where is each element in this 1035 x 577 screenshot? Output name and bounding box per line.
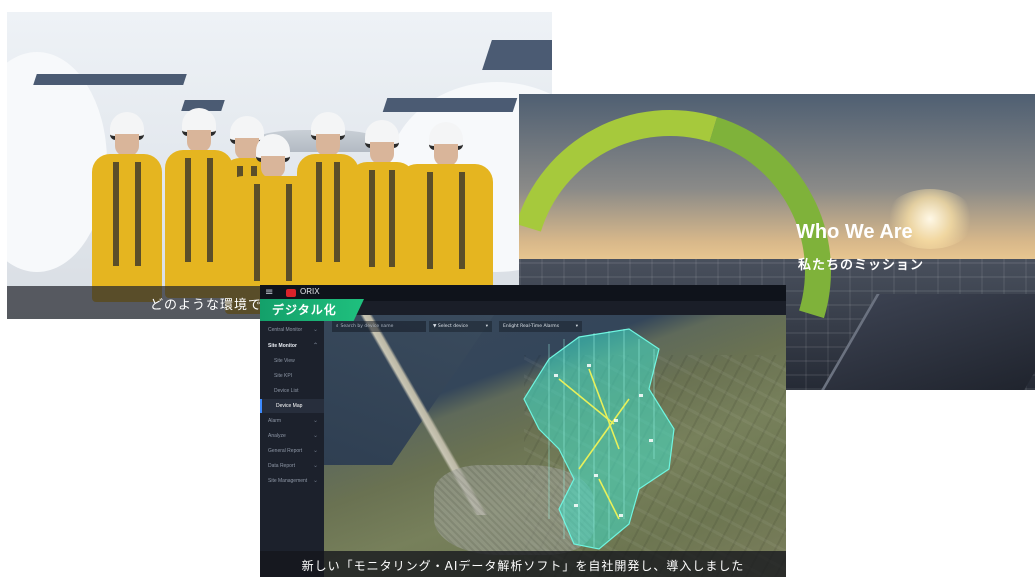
search-icon: ⌕ <box>336 324 339 329</box>
chevron-down-icon: ⌄ <box>312 433 318 439</box>
menu-icon[interactable]: ≡ <box>265 287 273 298</box>
alarm-select-label: Enlight Real-Time Alarms <box>503 324 560 329</box>
alarm-select[interactable]: Enlight Real-Time Alarms ▾ <box>499 321 582 332</box>
sidebar-item-site-view[interactable]: Site View <box>260 354 324 368</box>
solar-panel-row <box>482 40 552 70</box>
worker <box>399 122 493 302</box>
mission-title: Who We Are <box>796 221 913 243</box>
worker <box>92 112 162 302</box>
caption-bar: 新しい「モニタリング・AIデータ解析ソフト」を自社開発し、導入しました <box>260 551 786 577</box>
device-search-input[interactable]: ⌕ Search by device name <box>332 321 426 332</box>
sidebar-item-device-map[interactable]: Device Map <box>260 399 324 413</box>
sidebar-item-central-monitor[interactable]: Central Monitor ⌄ <box>260 323 324 337</box>
search-placeholder: Search by device name <box>340 324 394 329</box>
solar-site-overlay[interactable] <box>519 319 679 559</box>
device-select[interactable]: ▼ Select device ▾ <box>429 321 492 332</box>
chevron-down-icon: ▾ <box>485 324 488 329</box>
device-select-label: Select device <box>437 324 468 329</box>
sidebar-item-general-report[interactable]: General Report ⌄ <box>260 444 324 458</box>
video-caption: 新しい「モニタリング・AIデータ解析ソフト」を自社開発し、導入しました <box>301 559 745 573</box>
chevron-down-icon: ⌄ <box>312 478 318 484</box>
mission-subtitle: 私たちのミッション <box>798 258 925 273</box>
digitalization-badge: デジタル化 <box>260 299 364 321</box>
solar-panel-row <box>33 74 187 85</box>
solar-panel-row <box>382 98 518 112</box>
chevron-down-icon: ▾ <box>575 324 578 329</box>
monitoring-app-card: ≡ ORIX ⌕ Search by device name ▼ Select … <box>260 285 786 577</box>
sidebar-item-data-report[interactable]: Data Report ⌄ <box>260 459 324 473</box>
orix-logo-icon <box>286 289 296 297</box>
chevron-down-icon: ⌄ <box>312 418 318 424</box>
device-map[interactable]: ⌕ Search by device name ▼ Select device ▾… <box>324 315 786 577</box>
sidebar-item-alarm[interactable]: Alarm ⌄ <box>260 414 324 428</box>
staff-photo-card: どのような環境で <box>7 12 552 319</box>
filter-icon: ▼ <box>433 324 437 329</box>
sidebar-item-device-list[interactable]: Device List <box>260 384 324 398</box>
brand-name: ORIX <box>300 287 320 296</box>
sidebar-item-site-kpi[interactable]: Site KPI <box>260 369 324 383</box>
chevron-up-icon: ⌃ <box>312 343 318 349</box>
sidebar-item-site-management[interactable]: Site Management ⌄ <box>260 474 324 488</box>
video-caption: どのような環境で <box>149 298 262 313</box>
sidebar-item-analyze[interactable]: Analyze ⌄ <box>260 429 324 443</box>
chevron-down-icon: ⌄ <box>312 448 318 454</box>
sidebar-item-site-monitor[interactable]: Site Monitor ⌃ <box>260 339 324 353</box>
chevron-down-icon: ⌄ <box>312 463 318 469</box>
chevron-down-icon: ⌄ <box>312 327 318 333</box>
app-topbar: ≡ ORIX <box>260 285 786 301</box>
sidebar-nav: Central Monitor ⌄ Site Monitor ⌃ Site View… <box>260 321 324 577</box>
